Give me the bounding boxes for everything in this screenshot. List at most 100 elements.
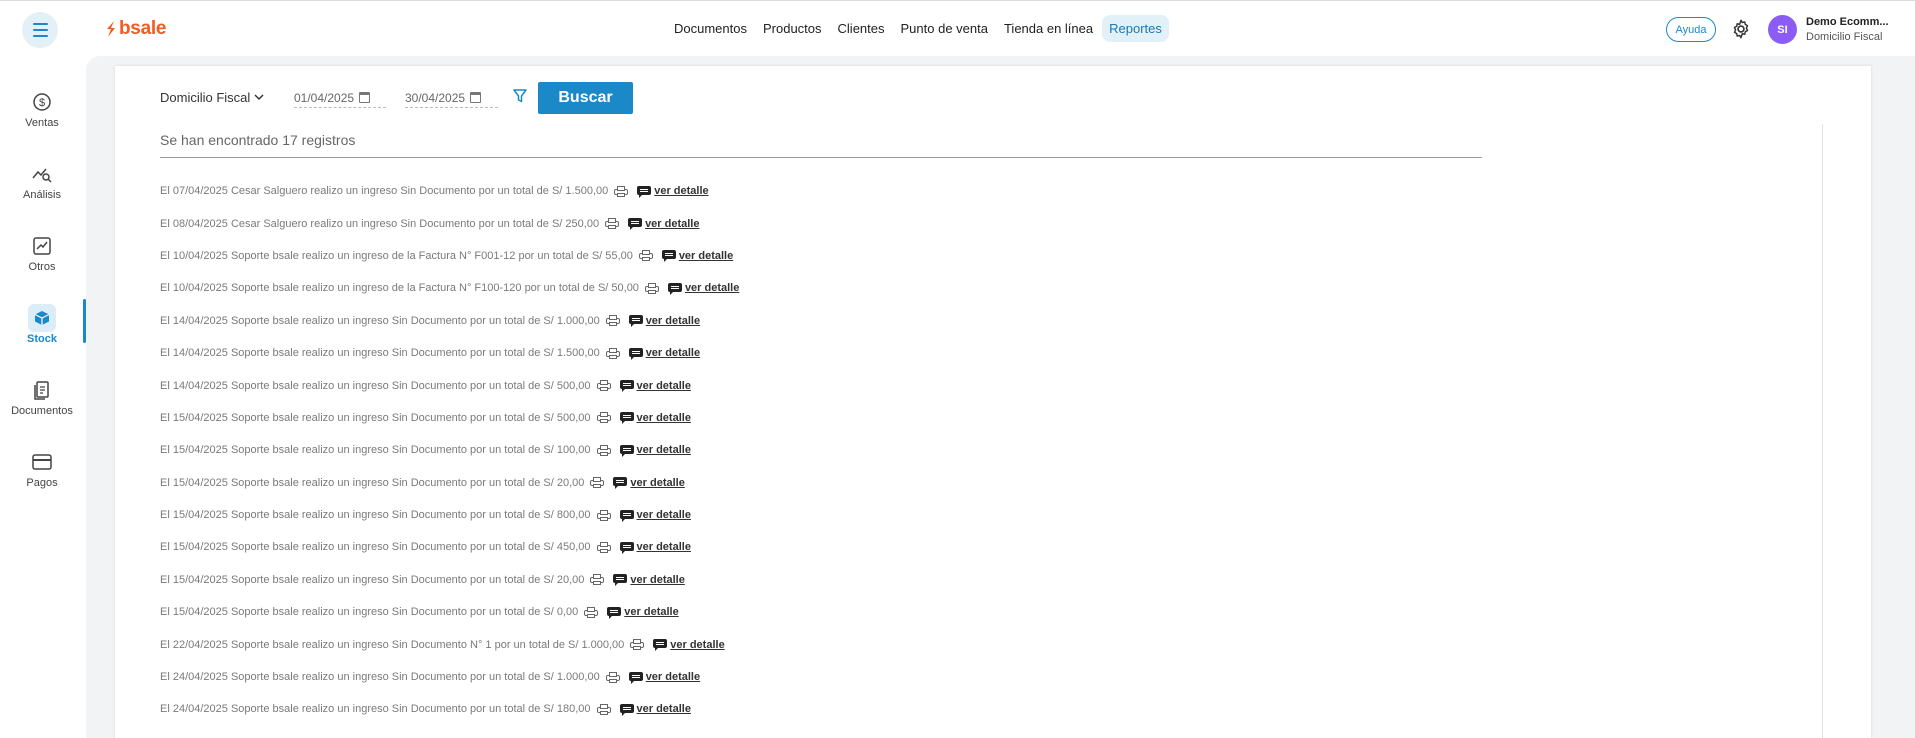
sidebar-item-analisis[interactable]: Análisis <box>0 154 84 216</box>
date-to-value: 30/04/2025 <box>405 90 466 105</box>
view-detail-link[interactable]: ver detalle <box>654 185 708 197</box>
comment-icon[interactable] <box>613 573 628 587</box>
nav-tienda-en-linea[interactable]: Tienda en línea <box>997 15 1100 42</box>
comment-icon[interactable] <box>637 185 652 198</box>
sidebar-label-documentos: Documentos <box>11 405 73 417</box>
comment-icon[interactable] <box>619 444 634 457</box>
comment-icon[interactable] <box>628 671 643 684</box>
view-detail-link[interactable]: ver detalle <box>670 639 724 651</box>
record-text: El 22/04/2025 Soporte bsale realizo un i… <box>160 638 625 651</box>
view-detail-link[interactable]: ver detalle <box>624 606 678 618</box>
date-to-field[interactable]: 30/04/2025 <box>405 88 498 108</box>
view-detail-link[interactable]: ver detalle <box>637 509 691 521</box>
filter-icon[interactable] <box>513 89 527 103</box>
nav-clientes[interactable]: Clientes <box>831 15 892 42</box>
record-text: El 24/04/2025 Soporte bsale realizo un i… <box>160 671 600 684</box>
view-detail-link[interactable]: ver detalle <box>646 671 700 683</box>
calendar-icon <box>470 92 482 103</box>
print-icon[interactable] <box>614 185 629 197</box>
nav-reportes[interactable]: Reportes <box>1102 15 1169 42</box>
print-icon[interactable] <box>596 541 611 553</box>
view-detail-link[interactable]: ver detalle <box>645 218 699 230</box>
print-icon[interactable] <box>638 250 653 262</box>
comment-icon[interactable] <box>653 638 668 652</box>
view-detail-link[interactable]: ver detalle <box>646 315 700 327</box>
main-nav: Documentos Productos Clientes Punto de v… <box>666 15 1170 42</box>
print-icon[interactable] <box>596 380 611 392</box>
print-icon[interactable] <box>584 606 599 618</box>
print-icon[interactable] <box>605 218 620 230</box>
box-icon <box>28 304 56 332</box>
print-icon[interactable] <box>590 574 605 586</box>
print-icon[interactable] <box>644 282 659 294</box>
comment-icon[interactable] <box>607 606 622 619</box>
print-icon[interactable] <box>596 703 611 715</box>
view-detail-link[interactable]: ver detalle <box>637 444 691 456</box>
nav-productos[interactable]: Productos <box>756 15 829 42</box>
sidebar-item-ventas[interactable]: $ Ventas <box>0 82 84 144</box>
list-item: El 08/04/2025 Cesar Salguero realizo un … <box>160 207 1260 239</box>
comment-icon[interactable] <box>619 411 634 425</box>
comment-icon[interactable] <box>613 476 628 490</box>
branch-select[interactable]: Domicilio Fiscal <box>160 90 264 105</box>
record-text: El 14/04/2025 Soporte bsale realizo un i… <box>160 314 600 327</box>
user-avatar[interactable]: SI <box>1768 15 1797 44</box>
list-item: El 10/04/2025 Soporte bsale realizo un i… <box>160 240 1260 272</box>
user-name[interactable]: Demo Ecomm... <box>1806 16 1889 28</box>
results-count: Se han encontrado 17 registros <box>160 132 356 148</box>
view-detail-link[interactable]: ver detalle <box>637 380 691 392</box>
comment-icon[interactable] <box>628 217 643 231</box>
sidebar-label-otros: Otros <box>28 261 56 273</box>
nav-punto-de-venta[interactable]: Punto de venta <box>894 15 995 42</box>
sidebar-item-stock[interactable]: Stock <box>0 298 84 360</box>
branch-select-value: Domicilio Fiscal <box>160 89 251 105</box>
print-icon[interactable] <box>605 347 620 359</box>
sidebar-item-documentos[interactable]: Documentos <box>0 370 84 432</box>
list-item: El 24/04/2025 Soporte bsale realizo un i… <box>160 693 1260 725</box>
print-icon[interactable] <box>630 639 645 651</box>
trend-search-icon <box>32 164 52 184</box>
view-detail-link[interactable]: ver detalle <box>685 282 739 294</box>
view-detail-link[interactable]: ver detalle <box>630 574 684 586</box>
view-detail-link[interactable]: ver detalle <box>637 703 691 715</box>
record-text: El 15/04/2025 Soporte bsale realizo un i… <box>160 509 591 522</box>
view-detail-link[interactable]: ver detalle <box>637 541 691 553</box>
comment-icon[interactable] <box>628 347 643 360</box>
comment-icon[interactable] <box>628 314 643 328</box>
print-icon[interactable] <box>596 509 611 521</box>
menu-toggle-button[interactable] <box>22 12 58 48</box>
record-text: El 15/04/2025 Soporte bsale realizo un i… <box>160 541 591 554</box>
view-detail-link[interactable]: ver detalle <box>637 412 691 424</box>
sidebar-item-pagos[interactable]: Pagos <box>0 442 84 504</box>
view-detail-link[interactable]: ver detalle <box>646 347 700 359</box>
comment-icon[interactable] <box>619 379 634 393</box>
record-text: El 08/04/2025 Cesar Salguero realizo un … <box>160 217 600 230</box>
list-item: El 14/04/2025 Soporte bsale realizo un i… <box>160 369 1260 401</box>
comment-icon[interactable] <box>619 509 634 522</box>
view-detail-link[interactable]: ver detalle <box>630 477 684 489</box>
comment-icon[interactable] <box>661 249 676 263</box>
comment-icon[interactable] <box>619 703 634 716</box>
comment-icon[interactable] <box>667 282 682 295</box>
sidebar: $ Ventas Análisis Otros Stock Documentos… <box>0 56 86 738</box>
list-item: El 07/04/2025 Cesar Salguero realizo un … <box>160 175 1260 207</box>
chart-box-icon <box>32 236 52 256</box>
list-item: El 15/04/2025 Soporte bsale realizo un i… <box>160 596 1260 628</box>
sidebar-label-pagos: Pagos <box>26 477 58 489</box>
search-button[interactable]: Buscar <box>538 82 633 114</box>
gear-icon[interactable] <box>1730 18 1752 40</box>
comment-icon[interactable] <box>619 541 634 554</box>
date-from-field[interactable]: 01/04/2025 <box>294 88 386 108</box>
record-text: El 24/04/2025 Soporte bsale realizo un i… <box>160 703 591 716</box>
print-icon[interactable] <box>605 671 620 683</box>
calendar-icon <box>359 92 371 103</box>
print-icon[interactable] <box>590 477 605 489</box>
bsale-logo[interactable]: bsale <box>105 17 166 41</box>
print-icon[interactable] <box>596 412 611 424</box>
nav-documentos[interactable]: Documentos <box>667 15 754 42</box>
print-icon[interactable] <box>596 444 611 456</box>
help-button[interactable]: Ayuda <box>1666 17 1716 42</box>
print-icon[interactable] <box>605 315 620 327</box>
view-detail-link[interactable]: ver detalle <box>679 250 733 262</box>
sidebar-item-otros[interactable]: Otros <box>0 226 84 288</box>
